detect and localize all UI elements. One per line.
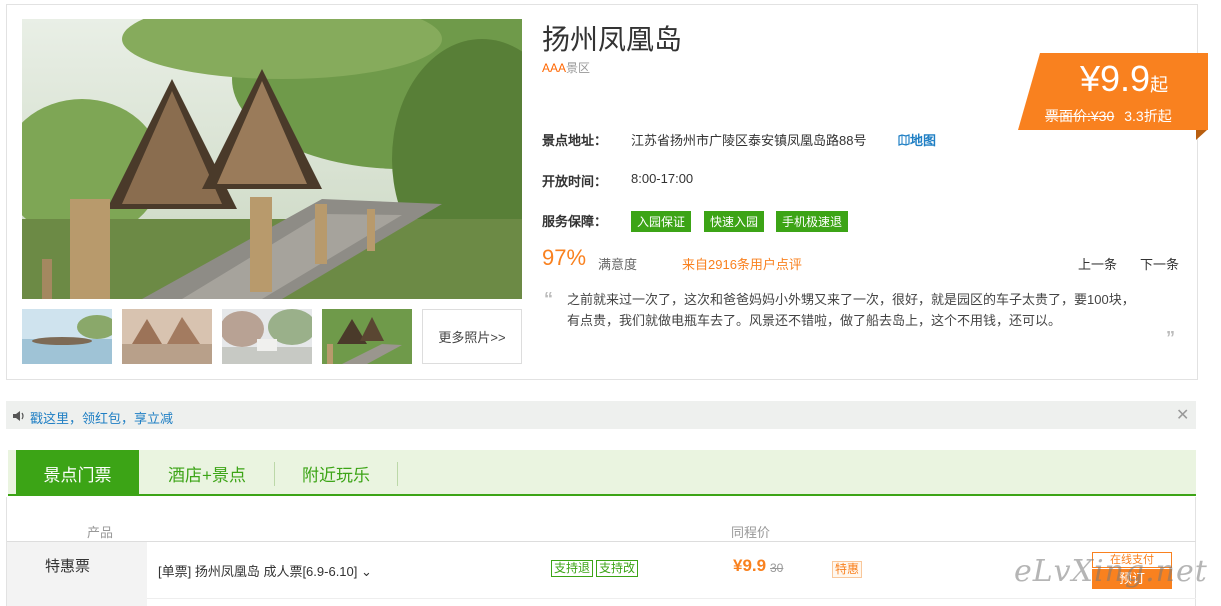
ticket-original-price: 30: [770, 561, 784, 575]
tab-divider: [397, 462, 398, 486]
service-tag-fast-entry: 快速入园: [704, 211, 765, 232]
column-price: 同程价: [731, 525, 771, 540]
row-divider: [147, 598, 1196, 599]
special-offer-badge: 特惠: [832, 561, 863, 578]
column-product: 产品: [87, 525, 114, 540]
grade-aaa: AAA: [542, 61, 567, 75]
hero-photo[interactable]: [22, 19, 522, 299]
close-icon[interactable]: ✕: [1176, 405, 1189, 425]
tab-hotel-attraction[interactable]: 酒店+景点: [140, 450, 274, 496]
ticket-table: [6, 497, 1196, 606]
address-label: 景点地址：: [542, 133, 608, 148]
tab-tickets[interactable]: 景点门票: [16, 450, 139, 496]
ticket-product-name[interactable]: [单票] 扬州凤凰岛 成人票[6.9-6.10] ⌄: [158, 561, 372, 580]
speaker-icon: [12, 409, 26, 427]
grade-suffix: 景区: [566, 61, 591, 75]
service-label: 服务保障：: [542, 214, 608, 229]
service-tag-entry-guarantee: 入园保证: [631, 211, 692, 232]
thumbnail-boardwalk[interactable]: [322, 309, 412, 364]
thumbnail-pavilion[interactable]: [122, 309, 212, 364]
attraction-title: 扬州凤凰岛: [542, 24, 683, 55]
review-quote: 之前就来过一次了，这次和爸爸妈妈小外甥又来了一次，很好，就是园区的车子太贵了，要…: [567, 292, 1135, 328]
quote-open-icon: “: [544, 289, 553, 309]
address-value: 江苏省扬州市广陵区泰安镇凤凰岛路88号: [631, 133, 867, 148]
row-divider: [147, 541, 1196, 542]
map-link-label: 地图: [910, 133, 937, 148]
satisfaction-label: 满意度: [598, 257, 638, 272]
promo-notice-bar: [6, 401, 1196, 429]
attraction-grade: AAA景区: [542, 59, 590, 76]
ticket-category: 特惠票: [45, 558, 91, 575]
map-icon: [898, 134, 910, 146]
prev-review-button[interactable]: 上一条: [1078, 254, 1117, 273]
watermark: eLvXing.net: [1014, 554, 1208, 589]
change-support-tag: 支持改: [596, 560, 639, 577]
price-detail: 票面价:¥30 3.3折起: [1045, 106, 1172, 126]
hours-value: 8:00-17:00: [631, 171, 694, 186]
satisfaction-percent: 97%: [542, 245, 587, 270]
price-amount: ¥9.9: [1080, 58, 1151, 99]
price-suffix: 起: [1150, 75, 1169, 95]
thumbnail-lake-boat[interactable]: [22, 309, 112, 364]
more-photos-button[interactable]: 更多照片>>: [422, 309, 522, 364]
quote-close-icon: ”: [1166, 328, 1175, 348]
thumbnail-trees[interactable]: [222, 309, 312, 364]
review-count-link[interactable]: 来自2916条用户点评: [682, 254, 802, 273]
ticket-price: ¥9.9: [733, 556, 767, 575]
next-review-button[interactable]: 下一条: [1140, 254, 1179, 273]
map-link[interactable]: 地图: [898, 130, 936, 149]
promo-link[interactable]: 戳这里，领红包，享立减: [30, 408, 173, 427]
face-value-price: 票面价:¥30: [1045, 108, 1115, 124]
tab-nearby[interactable]: 附近玩乐: [275, 450, 397, 496]
service-tag-quick-refund: 手机极速退: [776, 211, 849, 232]
hours-label: 开放时间：: [542, 174, 608, 189]
starting-price: ¥9.9起: [1080, 58, 1168, 100]
refund-support-tag: 支持退: [551, 560, 594, 577]
discount-label: 3.3折起: [1124, 108, 1172, 124]
